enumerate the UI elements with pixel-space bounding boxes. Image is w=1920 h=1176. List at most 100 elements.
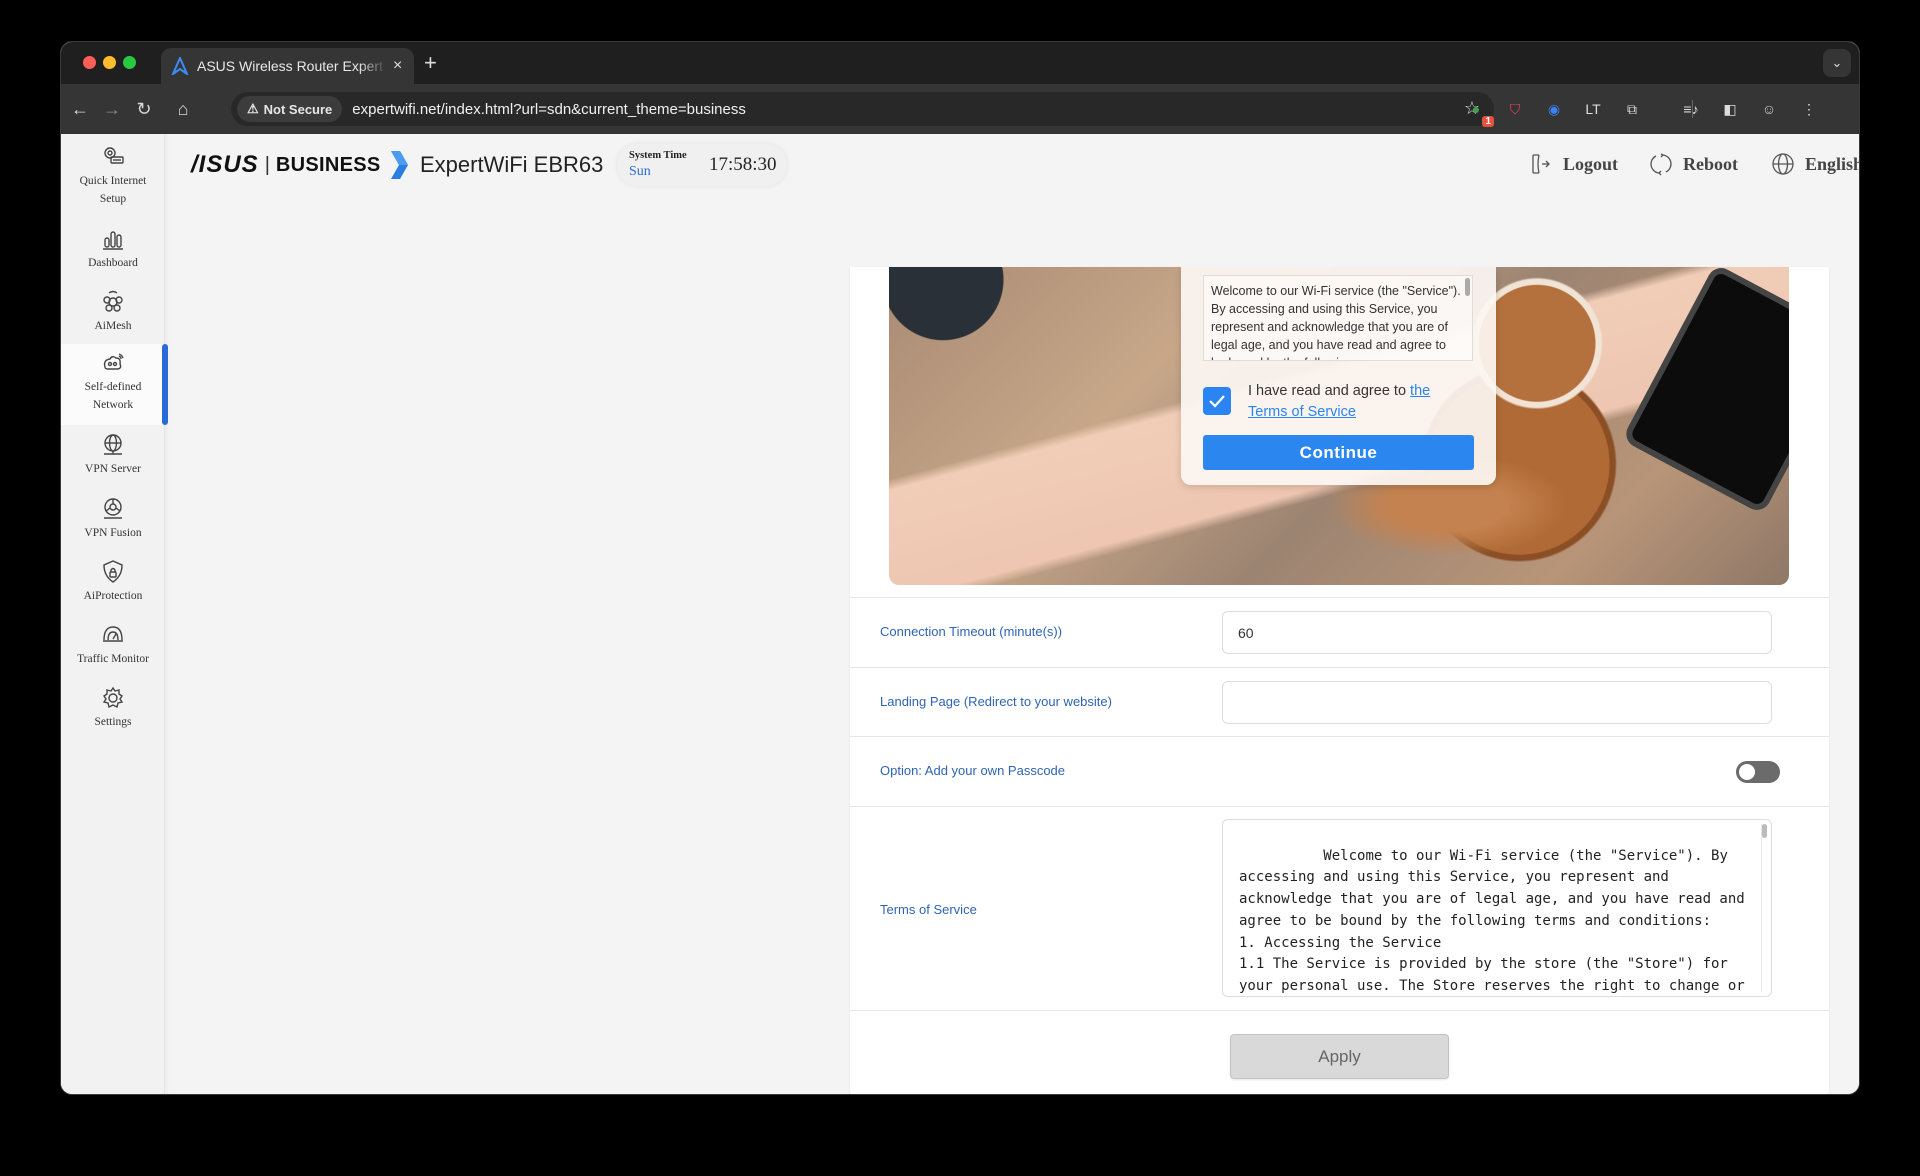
terms-of-service-label: Terms of Service [880,902,977,917]
sidebar-item-self-defined-network[interactable]: Self-defined Network [61,344,165,425]
asus-business-logo: /ISUS | BUSINESS [191,150,409,180]
sidebar-item-aiprotection[interactable]: AiProtection [61,559,165,605]
brand-line: BUSINESS [275,153,381,176]
landing-page-input[interactable] [1222,681,1772,724]
quick-setup-icon [104,147,124,164]
terms-of-service-row: Terms of Service Welcome to our Wi-Fi se… [850,806,1829,1010]
media-control-icon[interactable]: ≡♪ [1679,97,1703,121]
connection-timeout-row: Connection Timeout (minute(s)) 60 [850,597,1829,667]
profile-avatar[interactable]: ☺ [1757,97,1781,121]
self-defined-network-icon [103,353,124,370]
vpn-server-globe-icon [104,434,122,455]
address-bar[interactable]: ⚠ Not Secure expertwifi.net/index.html?u… [231,92,1494,126]
toolbar-divider [1692,100,1693,118]
extensions-puzzle-icon[interactable]: ⧉ [1620,97,1644,121]
logout-button[interactable]: Logout [1529,152,1618,176]
traffic-monitor-gauge-icon [103,626,123,642]
language-selector[interactable]: English ▼ [1771,152,1859,176]
portal-tos-text: Welcome to our Wi-Fi service (the "Servi… [1211,284,1461,360]
system-time-label: System Time [629,150,687,161]
connection-timeout-label: Connection Timeout (minute(s)) [880,624,1063,639]
tos-scrollbar[interactable] [1761,824,1767,992]
url-text[interactable]: expertwifi.net/index.html?url=sdn&curren… [352,101,746,118]
router-admin-page: Quick Internet Setup Dashboard AiMesh Se… [61,134,1859,1094]
apply-row: Apply [850,1010,1829,1094]
sidebar: Quick Internet Setup Dashboard AiMesh Se… [61,134,168,1094]
passcode-option-label: Option: Add your own Passcode [880,763,1066,778]
reboot-label: Reboot [1683,153,1738,174]
forward-button[interactable]: → [99,96,125,122]
sidebar-item-quick-internet-setup[interactable]: Quick Internet Setup [61,144,165,208]
extension-badge-count: 1 [1482,116,1494,127]
logout-label: Logout [1563,153,1619,174]
globe-icon [1772,153,1794,175]
vpn-fusion-icon [104,498,122,519]
minimize-window-button[interactable] [103,56,116,69]
tos-scrollbar-thumb[interactable] [1762,824,1767,838]
landing-page-label: Landing Page (Redirect to your website) [880,694,1112,709]
side-panel-icon[interactable]: ◧ [1718,97,1742,121]
passcode-toggle[interactable] [1736,761,1780,783]
sidebar-item-vpn-server[interactable]: VPN Server [61,432,165,478]
portal-preview-image: Welcome to our Wi-Fi service (the "Servi… [889,267,1789,585]
sidebar-label: Quick Internet Setup [79,175,147,205]
security-label: Not Secure [263,101,333,117]
pocket-icon[interactable]: ⛉ [1503,97,1527,121]
page-header: /ISUS | BUSINESS ExpertWiFi EBR63 System… [165,134,1859,196]
back-button[interactable]: ← [67,96,93,122]
brand-name: /ISUS [191,151,259,178]
menu-kebab-icon[interactable]: ⋮ [1797,97,1821,121]
system-time-value: 17:58:30 [709,154,777,175]
security-indicator[interactable]: ⚠ Not Secure [237,96,343,122]
sidebar-item-vpn-fusion[interactable]: VPN Fusion [61,496,165,542]
browser-toolbar: ← → ↻ ⌂ ⚠ Not Secure expertwifi.net/inde… [61,84,1859,134]
browser-tab-active[interactable]: ASUS Wireless Router Expert × [161,48,414,84]
portal-tos-scrollbar[interactable] [1465,278,1470,296]
asus-favicon-icon [171,57,189,75]
warning-icon: ⚠ [247,101,259,116]
toggle-knob [1739,764,1755,780]
brand-chevron-icon [390,151,408,179]
agree-checkbox[interactable] [1203,387,1231,415]
apply-button[interactable]: Apply [1230,1034,1449,1079]
sidebar-item-dashboard[interactable]: Dashboard [61,226,165,272]
terms-of-service-text: Welcome to our Wi-Fi service (the "Servi… [1239,847,1745,994]
password-manager-icon[interactable]: ◉ [1542,97,1566,121]
browser-window: ASUS Wireless Router Expert × + ⌄ ← → ↻ … [60,41,1860,1095]
tab-search-button[interactable]: ⌄ [1823,49,1851,77]
settings-gear-icon [102,686,124,709]
continue-button[interactable]: Continue [1203,435,1474,470]
captive-portal-settings-card: Welcome to our Wi-Fi service (the "Servi… [850,267,1829,1094]
home-button[interactable]: ⌂ [170,96,196,122]
sidebar-label: AiProtection [83,590,143,602]
sidebar-item-settings[interactable]: Settings [61,685,165,731]
sidebar-label: Self-defined Network [84,381,142,411]
tab-close-button[interactable]: × [393,57,402,75]
dashboard-chart-icon [103,231,123,250]
router-model: ExpertWiFi EBR63 [420,152,604,177]
sidebar-label: VPN Server [85,463,141,475]
portal-tos-preview[interactable]: Welcome to our Wi-Fi service (the "Servi… [1203,275,1473,361]
agree-text: I have read and agree to the Terms of Se… [1248,381,1468,423]
new-tab-button[interactable]: + [424,50,437,76]
sidebar-item-traffic-monitor[interactable]: Traffic Monitor [61,622,165,668]
connection-timeout-input[interactable]: 60 [1222,611,1772,654]
reboot-button[interactable]: Reboot [1649,152,1738,176]
tab-title: ASUS Wireless Router Expert [197,58,383,74]
sidebar-label: VPN Fusion [84,527,142,539]
sidebar-label: AiMesh [94,320,132,332]
sidebar-item-aimesh[interactable]: AiMesh [61,289,165,335]
terms-of-service-textarea[interactable]: Welcome to our Wi-Fi service (the "Servi… [1222,819,1772,997]
reload-button[interactable]: ↻ [131,96,157,122]
close-window-button[interactable] [83,56,96,69]
grammar-extension-icon[interactable]: ● 1 [1464,97,1494,127]
reboot-icon [1650,153,1672,176]
system-day: Sun [629,164,651,179]
language-tool-icon[interactable]: LT [1581,97,1605,121]
maximize-window-button[interactable] [123,56,136,69]
tab-bar: ASUS Wireless Router Expert × + ⌄ [61,42,1859,84]
sidebar-active-indicator [162,344,168,425]
aimesh-icon [103,290,123,312]
sidebar-label: Dashboard [88,257,138,269]
brand-separator: | [264,153,270,176]
